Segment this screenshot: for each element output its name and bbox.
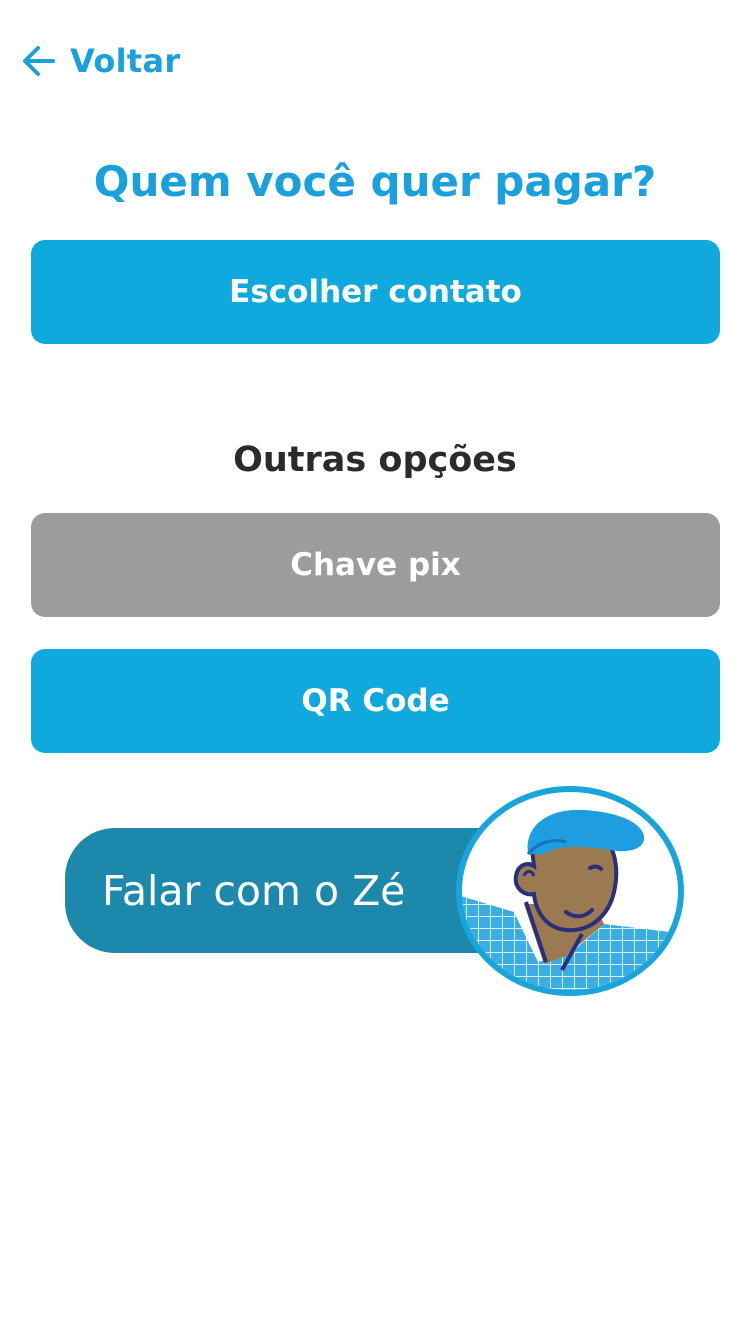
ze-avatar-icon[interactable] [454,784,686,998]
page-title: Quem você quer pagar? [93,157,657,206]
arrow-left-icon [22,44,56,78]
qr-code-button[interactable]: QR Code [31,649,720,753]
back-button[interactable]: Voltar [22,38,180,84]
back-label: Voltar [70,42,181,80]
choose-contact-button[interactable]: Escolher contato [31,240,720,344]
talk-to-ze-label: Falar com o Zé [102,866,406,915]
pix-key-button[interactable]: Chave pix [31,513,720,617]
other-options-heading: Outras opções [233,440,517,480]
